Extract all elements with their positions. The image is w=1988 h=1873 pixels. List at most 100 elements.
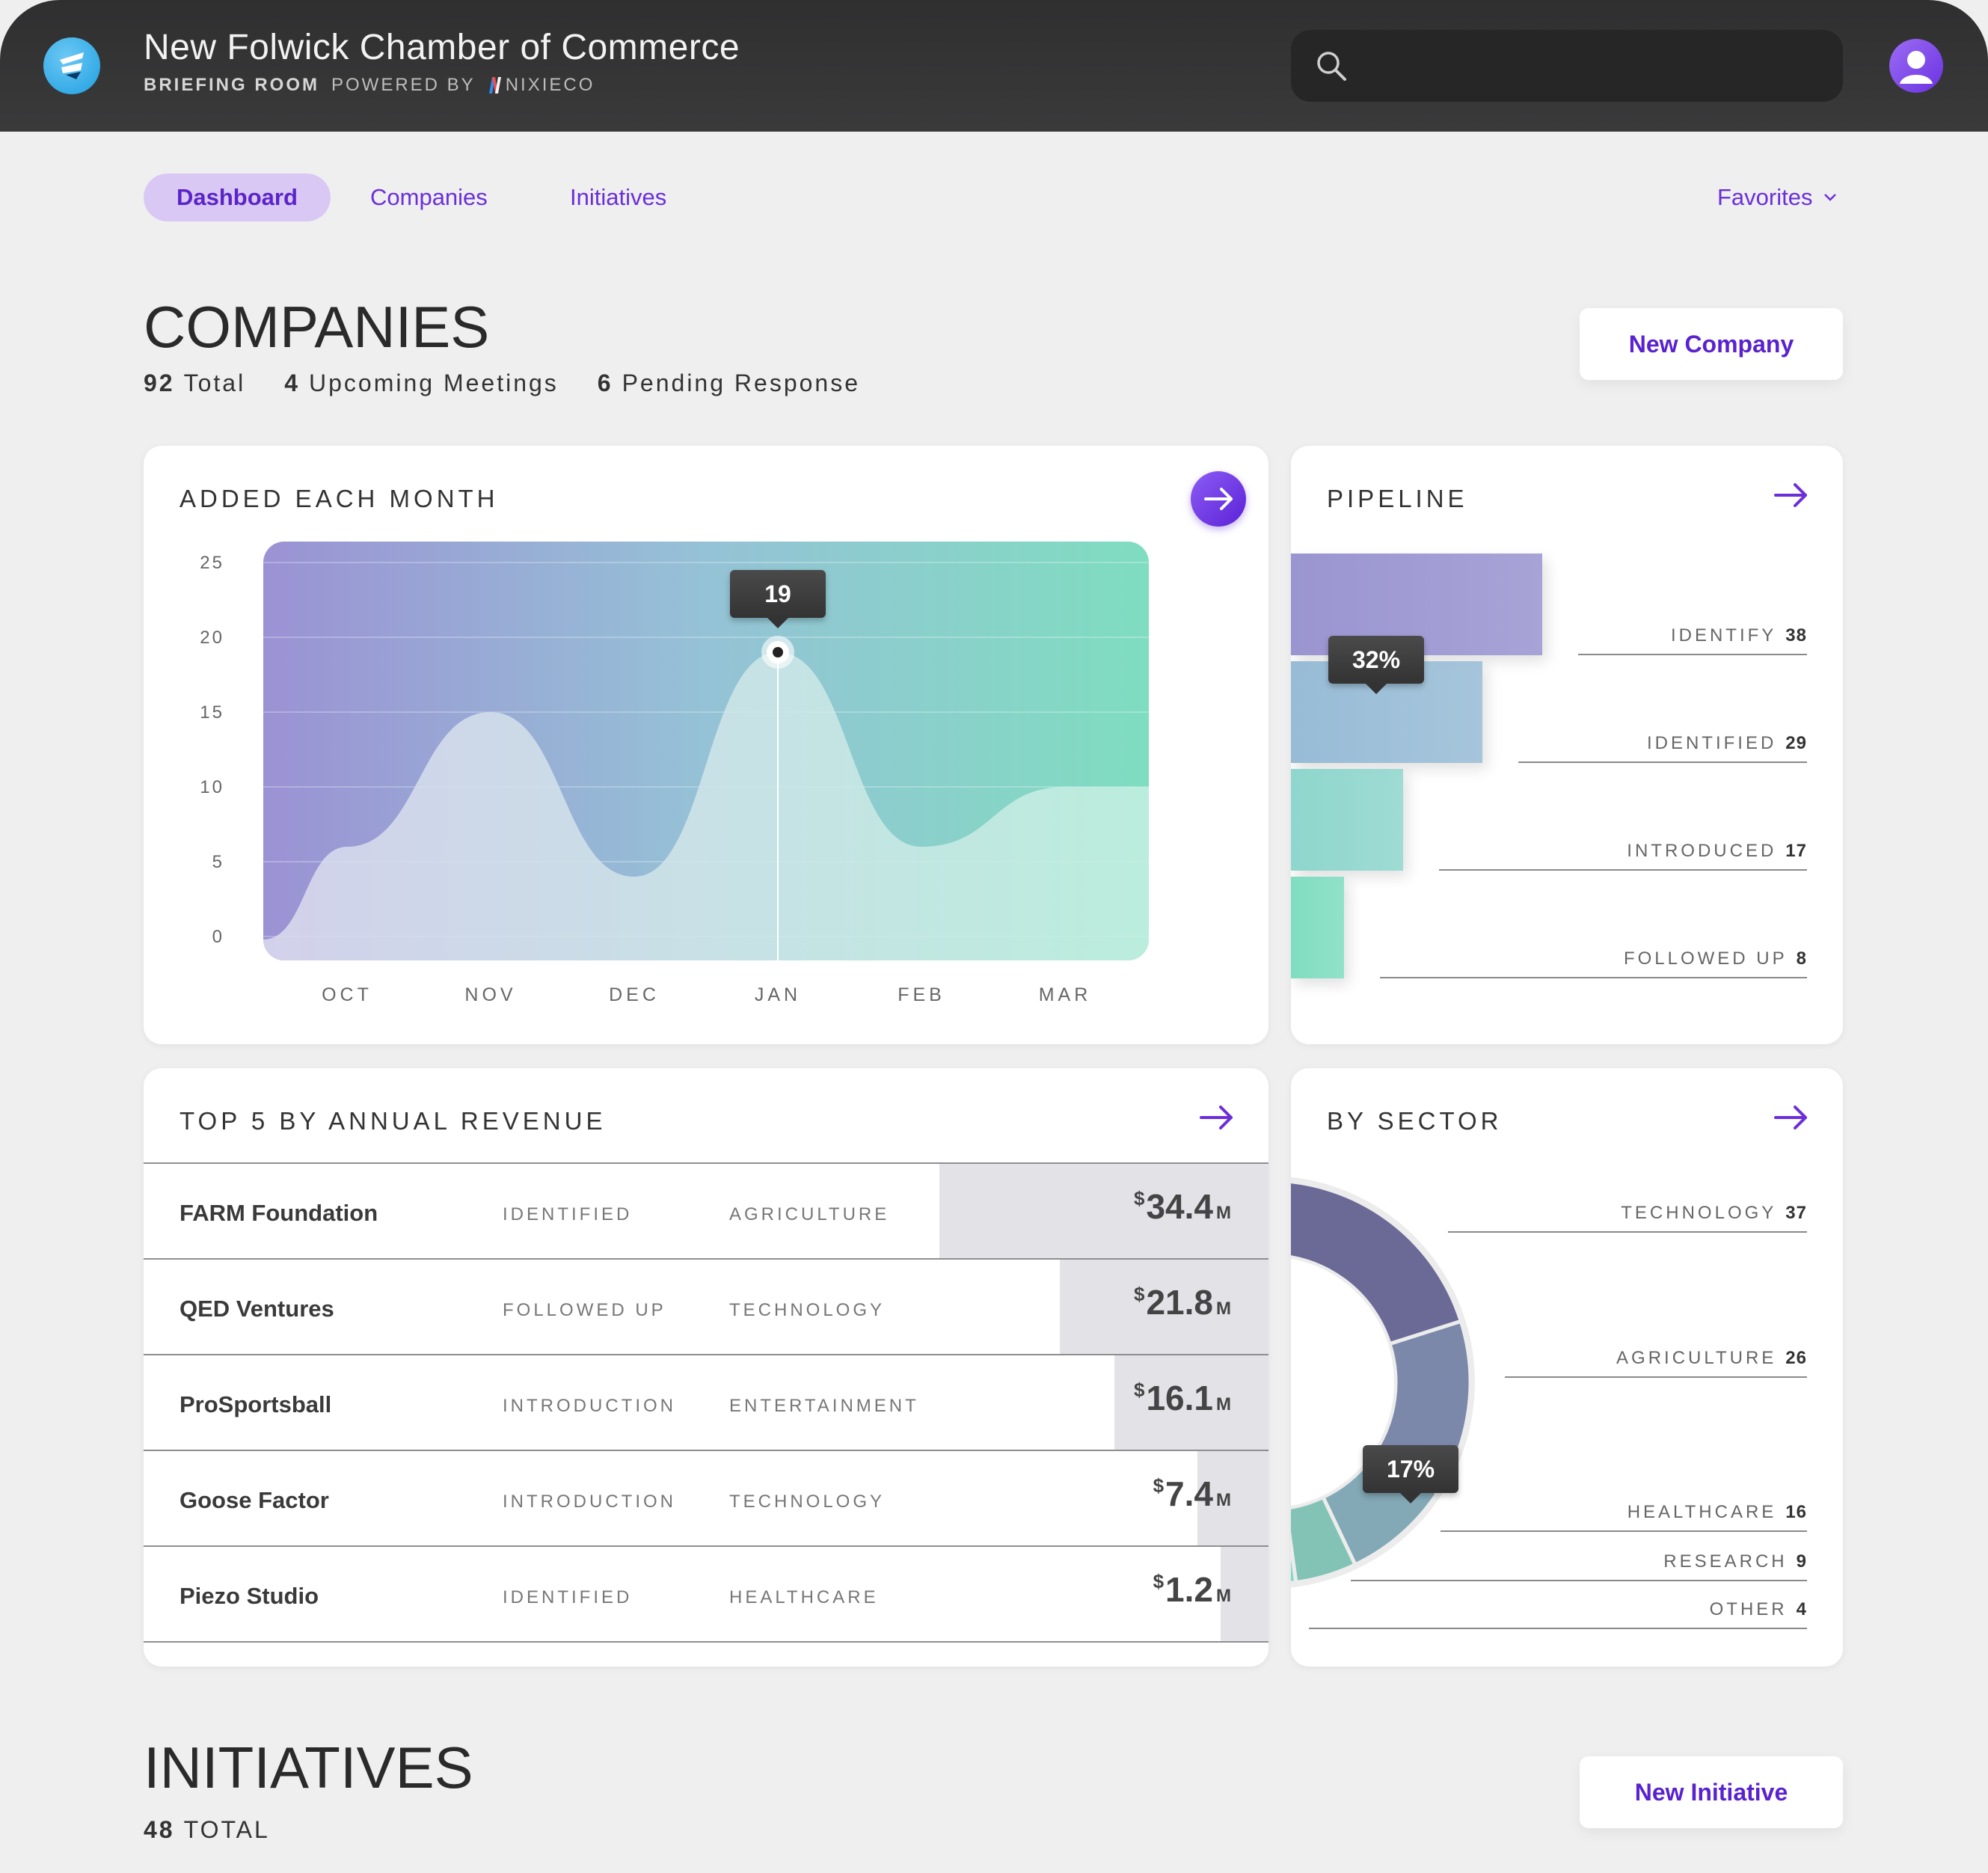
- company-name[interactable]: ProSportsball: [180, 1391, 331, 1418]
- sector-label: AGRICULTURE 26: [1616, 1348, 1807, 1368]
- pipeline-card: PIPELINE IDENTIFY 38 IDENTIFIED 29 INTRODUCE…: [1291, 446, 1843, 1044]
- table-row[interactable]: QED Ventures FOLLOWED UP TECHNOLOGY $21.8 M: [144, 1258, 1268, 1354]
- search-input[interactable]: [1366, 45, 1814, 87]
- company-stage: IDENTIFIED: [503, 1204, 633, 1224]
- revenue-amount: 16.1: [1146, 1379, 1213, 1417]
- user-icon: [1900, 51, 1933, 84]
- revenue-amount: 21.8: [1146, 1283, 1213, 1322]
- pipeline-leader-line: [1578, 654, 1807, 655]
- table-row[interactable]: Piezo Studio IDENTIFIED HEALTHCARE $1.2 M: [144, 1545, 1268, 1641]
- company-sector: ENTERTAINMENT: [729, 1396, 919, 1416]
- companies-stats: 92 Total 4 Upcoming Meetings 6 Pending Resp…: [144, 370, 860, 397]
- company-name[interactable]: Goose Factor: [180, 1487, 329, 1514]
- x-tick-label: OCT: [322, 984, 372, 1005]
- card-title: TOP 5 BY ANNUAL REVENUE: [180, 1107, 607, 1135]
- company-stage: INTRODUCTION: [503, 1492, 676, 1512]
- brand-name: NIXIECO: [505, 75, 595, 95]
- stat-pending-response: 6 Pending Response: [597, 370, 860, 396]
- user-avatar[interactable]: [1889, 39, 1943, 93]
- sector-value: 9: [1796, 1551, 1807, 1572]
- pipeline-stage-value: 38: [1785, 625, 1807, 646]
- revenue-value: $7.4 M: [1153, 1474, 1231, 1514]
- revenue-amount: 34.4: [1146, 1187, 1213, 1226]
- company-sector: TECHNOLOGY: [729, 1300, 886, 1320]
- x-tick-label: NOV: [464, 984, 516, 1005]
- open-revenue-arrow-icon[interactable]: [1198, 1103, 1236, 1132]
- sector-value: 37: [1785, 1203, 1807, 1223]
- sector-leader-line: [1448, 1231, 1807, 1233]
- revenue-value: $16.1 M: [1134, 1378, 1231, 1418]
- favorites-label: Favorites: [1717, 184, 1813, 210]
- search-icon[interactable]: [1315, 49, 1348, 82]
- sector-leader-line: [1441, 1530, 1807, 1532]
- pipeline-bar[interactable]: [1291, 769, 1403, 871]
- company-sector: TECHNOLOGY: [729, 1492, 886, 1512]
- table-row[interactable]: Goose Factor INTRODUCTION TECHNOLOGY $7.4 M: [144, 1450, 1268, 1545]
- revenue-value: $34.4 M: [1134, 1186, 1231, 1227]
- open-pipeline-arrow-icon[interactable]: [1773, 480, 1810, 510]
- company-name[interactable]: QED Ventures: [180, 1296, 334, 1322]
- by-sector-card: BY SECTOR TECHNOLOGY 37 AGRICULTURE 26 HEALT…: [1291, 1068, 1843, 1667]
- table-row[interactable]: FARM Foundation IDENTIFIED AGRICULTURE $34.…: [144, 1162, 1268, 1258]
- sector-leader-line: [1351, 1580, 1807, 1581]
- added-each-month-card: ADDED EACH MONTH 0510152025 OCTNOV: [144, 446, 1268, 1044]
- pipeline-bar[interactable]: [1291, 877, 1344, 978]
- revenue-unit: M: [1216, 1203, 1231, 1223]
- chart-tooltip: 19: [730, 570, 826, 628]
- tab-initiatives[interactable]: Initiatives: [570, 174, 666, 221]
- sector-leader-line: [1309, 1628, 1807, 1629]
- app-title: New Folwick Chamber of Commerce: [144, 28, 740, 67]
- briefing-room-label: BRIEFING ROOM: [144, 75, 319, 95]
- pipeline-leader-line: [1380, 977, 1807, 978]
- company-stage: IDENTIFIED: [503, 1587, 633, 1607]
- app-logo-icon[interactable]: [43, 37, 100, 94]
- y-tick-label: 15: [200, 702, 224, 723]
- x-tick-label: JAN: [755, 984, 801, 1005]
- brand-logo: NIXIECO: [488, 75, 595, 96]
- tab-dashboard[interactable]: Dashboard: [144, 174, 331, 221]
- top-revenue-card: TOP 5 BY ANNUAL REVENUE FARM Foundation I…: [144, 1068, 1268, 1667]
- x-tick-label: DEC: [609, 984, 660, 1005]
- sector-value: 4: [1796, 1599, 1807, 1619]
- sector-tooltip: 17%: [1363, 1445, 1458, 1503]
- company-name[interactable]: Piezo Studio: [180, 1583, 319, 1610]
- revenue-unit: M: [1216, 1586, 1231, 1606]
- table-bottom-divider: [144, 1641, 1268, 1643]
- company-name[interactable]: FARM Foundation: [180, 1200, 378, 1227]
- companies-title: COMPANIES: [144, 294, 490, 360]
- favorites-dropdown[interactable]: Favorites: [1717, 174, 1838, 221]
- top-bar: New Folwick Chamber of Commerce BRIEFING…: [0, 0, 1988, 132]
- search-bar[interactable]: [1291, 30, 1843, 102]
- initiatives-stats: 48 TOTAL: [144, 1816, 270, 1844]
- sector-value: 16: [1785, 1502, 1807, 1522]
- pipeline-stage-value: 8: [1796, 948, 1807, 969]
- currency-symbol: $: [1134, 1379, 1145, 1401]
- company-sector: HEALTHCARE: [729, 1587, 879, 1607]
- pipeline-tooltip: 32%: [1328, 636, 1424, 694]
- new-company-button[interactable]: New Company: [1580, 308, 1843, 380]
- pipeline-stage-value: 29: [1785, 733, 1807, 753]
- company-stage: FOLLOWED UP: [503, 1300, 666, 1320]
- sector-value: 26: [1785, 1348, 1807, 1368]
- currency-symbol: $: [1153, 1474, 1165, 1497]
- pipeline-stage-label: IDENTIFY 38: [1670, 625, 1807, 646]
- tab-companies[interactable]: Companies: [370, 174, 488, 221]
- revenue-value: $21.8 M: [1134, 1282, 1231, 1322]
- revenue-unit: M: [1216, 1490, 1231, 1510]
- sector-label: RESEARCH 9: [1663, 1551, 1807, 1572]
- y-tick-label: 0: [212, 927, 224, 947]
- revenue-unit: M: [1216, 1299, 1231, 1319]
- pipeline-leader-line: [1518, 761, 1807, 763]
- table-row[interactable]: ProSportsball INTRODUCTION ENTERTAINMENT $1…: [144, 1354, 1268, 1450]
- pipeline-stage-value: 17: [1785, 841, 1807, 861]
- app-subtitle: BRIEFING ROOM POWERED BY NIXIECO: [144, 75, 595, 96]
- x-tick-label: MAR: [1039, 984, 1092, 1005]
- pipeline-stage-label: INTRODUCED 17: [1627, 841, 1807, 861]
- y-tick-label: 10: [200, 777, 224, 797]
- y-tick-label: 25: [200, 553, 224, 573]
- currency-symbol: $: [1153, 1570, 1165, 1592]
- new-initiative-button[interactable]: New Initiative: [1580, 1756, 1843, 1828]
- powered-by-label: POWERED BY: [331, 75, 476, 95]
- revenue-amount: 1.2: [1165, 1570, 1213, 1609]
- revenue-value: $1.2 M: [1153, 1569, 1231, 1610]
